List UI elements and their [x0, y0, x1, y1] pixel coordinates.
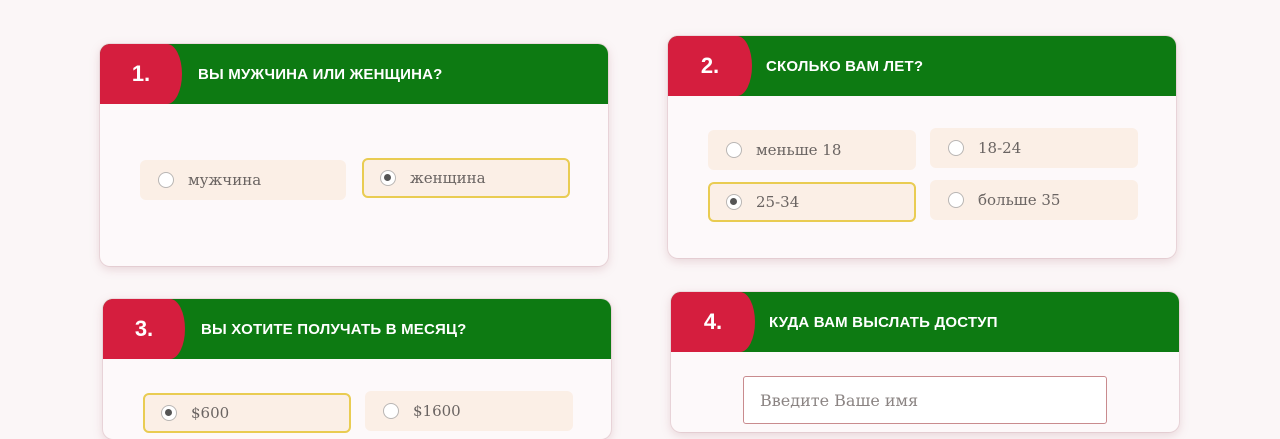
radio-icon[interactable] — [726, 142, 742, 158]
question-card-3: 3. ВЫ ХОТИТЕ ПОЛУЧАТЬ В МЕСЯЦ? $600 $160… — [103, 299, 611, 439]
question-number-4: 4. — [671, 292, 755, 352]
question-header-3: 3. ВЫ ХОТИТЕ ПОЛУЧАТЬ В МЕСЯЦ? — [103, 299, 611, 359]
radio-icon[interactable] — [158, 172, 174, 188]
option-label: $1600 — [413, 402, 461, 420]
question-title-2: СКОЛЬКО ВАМ ЛЕТ? — [766, 57, 924, 75]
option-18-24[interactable]: 18-24 — [930, 128, 1138, 168]
option-label: 25-34 — [756, 193, 800, 211]
radio-icon[interactable] — [948, 140, 964, 156]
option-male[interactable]: мужчина — [140, 160, 346, 200]
radio-icon[interactable] — [948, 192, 964, 208]
question-card-2: 2. СКОЛЬКО ВАМ ЛЕТ? меньше 18 18-24 25-3… — [668, 36, 1176, 258]
question-card-4: 4. КУДА ВАМ ВЫСЛАТЬ ДОСТУП — [671, 292, 1179, 432]
option-under-18[interactable]: меньше 18 — [708, 130, 916, 170]
name-input[interactable] — [743, 376, 1107, 424]
option-label: женщина — [410, 169, 486, 187]
question-header-1: 1. ВЫ МУЖЧИНА ИЛИ ЖЕНЩИНА? — [100, 44, 608, 104]
question-header-2: 2. СКОЛЬКО ВАМ ЛЕТ? — [668, 36, 1176, 96]
question-header-4: 4. КУДА ВАМ ВЫСЛАТЬ ДОСТУП — [671, 292, 1179, 352]
question-title-4: КУДА ВАМ ВЫСЛАТЬ ДОСТУП — [769, 313, 998, 331]
option-label: 18-24 — [978, 139, 1022, 157]
option-label: больше 35 — [978, 191, 1061, 209]
question-card-1: 1. ВЫ МУЖЧИНА ИЛИ ЖЕНЩИНА? мужчина женщи… — [100, 44, 608, 266]
option-label: мужчина — [188, 171, 262, 189]
option-600[interactable]: $600 — [143, 393, 351, 433]
radio-selected-icon[interactable] — [380, 170, 396, 186]
option-over-35[interactable]: больше 35 — [930, 180, 1138, 220]
option-25-34[interactable]: 25-34 — [708, 182, 916, 222]
radio-selected-icon[interactable] — [161, 405, 177, 421]
option-female[interactable]: женщина — [362, 158, 570, 198]
option-label: меньше 18 — [756, 141, 842, 159]
option-label: $600 — [191, 404, 230, 422]
option-1600[interactable]: $1600 — [365, 391, 573, 431]
question-title-3: ВЫ ХОТИТЕ ПОЛУЧАТЬ В МЕСЯЦ? — [201, 320, 467, 338]
question-number-2: 2. — [668, 36, 752, 96]
question-number-3: 3. — [103, 299, 185, 359]
radio-icon[interactable] — [383, 403, 399, 419]
question-number-1: 1. — [100, 44, 182, 104]
question-title-1: ВЫ МУЖЧИНА ИЛИ ЖЕНЩИНА? — [198, 65, 443, 83]
radio-selected-icon[interactable] — [726, 194, 742, 210]
